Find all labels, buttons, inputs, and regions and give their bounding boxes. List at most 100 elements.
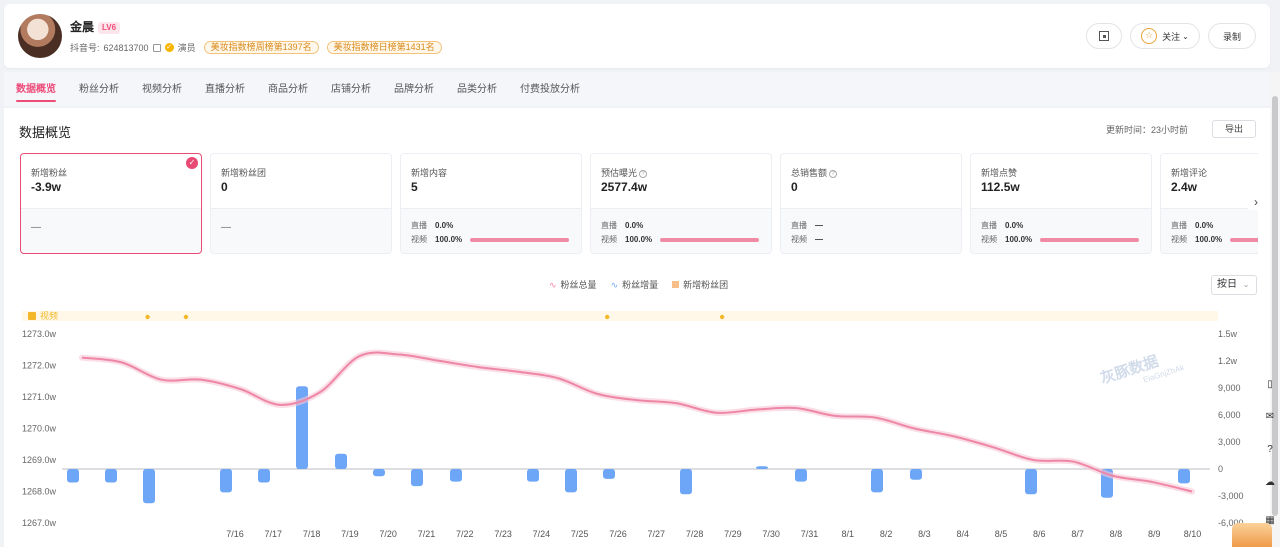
delta-bar (335, 453, 347, 469)
legend-total-label: 粉丝总量 (560, 280, 597, 290)
delta-bar (220, 469, 232, 493)
delta-bar (871, 469, 883, 493)
metric-card[interactable]: 新增粉丝 -3.9w — ✓ (20, 153, 202, 254)
right-axis-tick-label: 9,000 (1218, 383, 1241, 393)
legend-delta[interactable]: ∿ 粉丝增量 (611, 278, 659, 291)
promo-icon[interactable] (1232, 523, 1272, 547)
video-value: — (815, 235, 823, 244)
live-value: 0.0% (1005, 221, 1024, 230)
card-label: 新增粉丝团 (221, 166, 266, 179)
legend-club[interactable]: 新增粉丝团 (672, 278, 728, 291)
video-share-bar (1040, 237, 1139, 242)
metric-card[interactable]: 新增内容 5 直播 0.0% 视频 100.0% (400, 153, 582, 254)
page: 金晨 LV6 抖音号: 624813700 ✓ 演员 美妆指数榜周榜第1397名… (0, 0, 1280, 547)
video-strip-label: 视频 (40, 310, 58, 321)
follow-button[interactable]: ☆ 关注 ⌄ (1130, 23, 1200, 49)
tab-brand[interactable]: 品牌分析 (394, 72, 434, 106)
x-axis-tick-label: 8/3 (918, 529, 931, 539)
left-axis-tick-label: 1269.0w (22, 455, 57, 465)
avatar[interactable] (18, 14, 62, 58)
metric-card[interactable]: 新增粉丝团 0 — (210, 153, 392, 254)
tab-paid-ads[interactable]: 付费投放分析 (520, 72, 580, 106)
granularity-select[interactable]: 按日 ⌄ (1211, 275, 1257, 295)
card-bottom (211, 208, 391, 253)
tab-overview[interactable]: 数据概览 (16, 72, 56, 106)
metric-card[interactable]: 预估曝光? 2577.4w 直播 0.0% 视频 100.0% (590, 153, 772, 254)
video-label: 视频 (411, 235, 427, 244)
right-axis-tick-label: 1.5w (1218, 329, 1238, 339)
tab-video[interactable]: 视频分析 (142, 72, 182, 106)
chat-icon[interactable]: ☁ (1263, 476, 1277, 490)
record-button[interactable]: 录制 (1208, 23, 1256, 49)
legend-delta-label: 粉丝增量 (622, 280, 659, 290)
chart-legend: ∿ 粉丝总量 ∿ 粉丝增量 新增粉丝团 (549, 278, 728, 291)
x-axis-tick-label: 7/30 (762, 529, 780, 539)
export-button[interactable]: 导出 (1212, 120, 1256, 138)
video-row: 视频 100.0% (981, 234, 1139, 245)
info-icon[interactable]: ? (639, 169, 648, 178)
card-label: 新增点赞 (981, 166, 1017, 179)
video-strip-icon (28, 312, 36, 320)
card-label: 新增粉丝 (31, 166, 67, 179)
update-time: 更新时间：23小时前 (1106, 125, 1189, 135)
mail-icon[interactable]: ✉ (1263, 410, 1277, 424)
live-row: 直播 0.0% (1171, 220, 1229, 231)
card-value: 2577.4w (601, 180, 648, 194)
card-label: 新增内容 (411, 166, 447, 179)
left-axis-tick-label: 1272.0w (22, 361, 57, 371)
x-axis-tick-label: 8/10 (1184, 529, 1202, 539)
x-axis-tick-label: 7/20 (379, 529, 397, 539)
chevron-right-icon[interactable]: › (1248, 194, 1264, 210)
video-label: 视频 (791, 235, 807, 244)
card-bottom (21, 208, 201, 253)
metric-card[interactable]: 总销售额? 0 直播 — 视频 — (780, 153, 962, 254)
live-row: 直播 0.0% (411, 220, 469, 231)
x-axis-tick-label: 7/17 (265, 529, 283, 539)
left-axis-tick-label: 1267.0w (22, 518, 57, 528)
qrcode-icon (1099, 31, 1109, 41)
right-axis-tick-label: 0 (1218, 464, 1223, 474)
card-value: 112.5w (981, 180, 1020, 194)
live-row: 直播 0.0% (601, 220, 659, 231)
level-badge: LV6 (98, 22, 121, 34)
x-axis-tick-label: 7/28 (686, 529, 704, 539)
card-value: 5 (411, 180, 418, 194)
rank-week-badge[interactable]: 美妆指数榜周榜第1397名 (203, 41, 319, 54)
card-label-text: 新增粉丝 (31, 168, 68, 178)
tab-live[interactable]: 直播分析 (205, 72, 245, 106)
selected-check-icon: ✓ (186, 157, 198, 169)
x-axis-tick-label: 7/27 (648, 529, 666, 539)
rank-day-badge[interactable]: 美妆指数榜日榜第1431名 (326, 41, 442, 54)
delta-bar (527, 469, 539, 482)
metric-card[interactable]: 新增点赞 112.5w 直播 0.0% 视频 100.0% (970, 153, 1152, 254)
tab-fans[interactable]: 粉丝分析 (79, 72, 119, 106)
x-axis-tick-label: 8/7 (1071, 529, 1084, 539)
x-axis-tick-label: 8/8 (1110, 529, 1123, 539)
help-icon[interactable]: ? (1263, 443, 1277, 457)
follow-label: 关注 (1162, 31, 1181, 42)
phone-icon[interactable]: ▯ (1263, 378, 1277, 392)
live-row: 直播 0.0% (981, 220, 1039, 231)
legend-total[interactable]: ∿ 粉丝总量 (549, 278, 597, 291)
tab-goods[interactable]: 商品分析 (268, 72, 308, 106)
live-value: 0.0% (625, 221, 644, 230)
tab-shop[interactable]: 店铺分析 (331, 72, 371, 106)
x-axis-tick-label: 7/25 (571, 529, 589, 539)
delta-bar (1178, 469, 1190, 484)
video-value: 100.0% (1195, 235, 1223, 244)
profile-name: 金晨 (70, 20, 95, 34)
x-axis-tick-label: 7/23 (494, 529, 512, 539)
delta-bar (756, 466, 768, 469)
qrcode-button[interactable] (1086, 23, 1122, 49)
delta-bar (105, 469, 117, 483)
metric-card[interactable]: 新增评论 2.4w 直播 0.0% 视频 100.0% (1160, 153, 1258, 254)
video-label: 视频 (981, 235, 997, 244)
live-label: 直播 (981, 221, 997, 230)
video-value: 100.0% (1005, 235, 1033, 244)
info-icon[interactable]: ? (829, 169, 838, 178)
live-value: 0.0% (435, 221, 454, 230)
copy-icon[interactable] (152, 43, 161, 52)
delta-bar (1025, 469, 1037, 495)
tab-category[interactable]: 品类分析 (457, 72, 497, 106)
delta-bar (373, 469, 385, 477)
